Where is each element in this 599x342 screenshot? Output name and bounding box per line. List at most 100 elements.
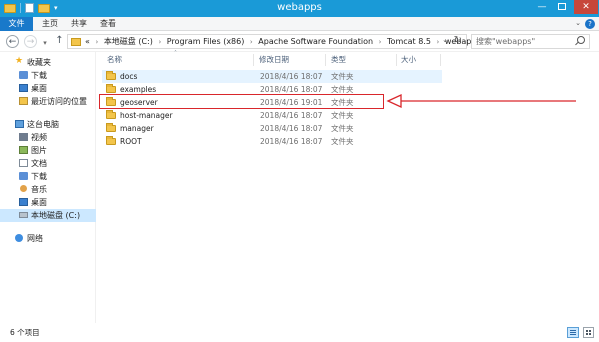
nav-label: 下载 [31,172,47,181]
folder-icon [71,38,81,46]
file-row[interactable]: manager 2018/4/16 18:07 文件夹 [102,122,442,135]
folder-icon [106,136,116,145]
chevron-right-icon[interactable]: › [158,38,161,46]
nav-label: 下载 [31,71,47,80]
breadcrumb-overflow[interactable]: « [85,37,90,46]
nav-label: 这台电脑 [27,120,59,129]
nav-pictures[interactable]: 图片 [0,144,96,157]
chevron-down-icon[interactable]: ⌄ [442,36,448,44]
star-icon: ★ [15,56,24,66]
chevron-right-icon[interactable]: › [437,38,440,46]
tab-file[interactable]: 文件 [0,17,33,31]
close-button[interactable]: ✕ [574,0,598,14]
computer-icon [15,120,24,128]
window-title: webapps [277,2,322,13]
nav-desktop-pc[interactable]: 桌面 [0,196,96,209]
nav-videos[interactable]: 视频 [0,131,96,144]
column-date[interactable]: 修改日期 [259,52,324,66]
downloads-icon [19,71,28,79]
forward-button[interactable]: → [24,35,37,48]
file-type: 文件夹 [331,124,354,133]
file-name: manager [120,124,154,133]
nav-label: 本地磁盘 (C:) [31,211,81,220]
nav-local-disk[interactable]: 本地磁盘 (C:) [0,209,96,222]
chevron-right-icon[interactable]: › [95,38,98,46]
breadcrumb-item[interactable]: Program Files (x86) [167,37,245,46]
nav-label: 桌面 [31,84,47,93]
maximize-icon [558,3,566,10]
folder-icon [106,84,116,93]
help-icon[interactable]: ? [585,19,595,29]
expand-ribbon-icon[interactable]: ⌄ [575,19,581,27]
large-icons-view-icon[interactable] [583,327,594,338]
nav-label: 最近访问的位置 [31,97,87,106]
nav-label: 视频 [31,133,47,142]
details-view-icon[interactable] [567,327,579,338]
minimize-button[interactable]: — [533,0,551,14]
search-icon[interactable] [577,36,585,44]
column-name[interactable]: 名称 [107,52,247,66]
tab-home[interactable]: 主页 [38,17,62,31]
pictures-icon [19,146,28,154]
column-size[interactable]: 大小 [401,52,441,66]
nav-label: 文档 [31,159,47,168]
file-type: 文件夹 [331,111,354,120]
folder-icon [106,71,116,80]
file-date: 2018/4/16 18:07 [260,137,323,146]
tab-share[interactable]: 共享 [67,17,91,31]
recent-locations-icon[interactable]: ▾ [41,37,49,50]
nav-desktop[interactable]: 桌面 [0,82,96,95]
music-icon [20,185,27,192]
tab-view[interactable]: 查看 [96,17,120,31]
column-header: ˄ 名称 修改日期 类型 大小 [97,50,599,66]
nav-label: 桌面 [31,198,47,207]
column-divider[interactable] [325,54,326,66]
documents-icon [19,159,28,167]
videos-icon [19,133,28,141]
column-type[interactable]: 类型 [331,52,396,66]
column-divider[interactable] [396,54,397,66]
downloads-icon [19,172,28,180]
search-input[interactable] [472,35,572,48]
refresh-icon[interactable]: ↻ [454,35,462,46]
address-bar[interactable]: « › 本地磁盘 (C:) › Program Files (x86) › Ap… [67,34,481,49]
folder-icon [106,110,116,119]
nav-label: 音乐 [31,185,47,194]
title-bar: ▾ webapps — ✕ [0,0,599,17]
file-type: 文件夹 [331,72,354,81]
column-divider[interactable] [253,54,254,66]
nav-documents[interactable]: 文档 [0,157,96,170]
nav-recent-places[interactable]: 最近访问的位置 [0,95,96,108]
file-date: 2018/4/16 18:07 [260,72,323,81]
nav-favorites[interactable]: ★ 收藏夹 [0,56,96,69]
nav-network[interactable]: 网络 [0,232,96,245]
search-box[interactable] [471,34,590,49]
file-type: 文件夹 [331,137,354,146]
breadcrumb-item[interactable]: 本地磁盘 (C:) [104,37,153,46]
drive-icon [19,212,28,218]
breadcrumb-item[interactable]: Apache Software Foundation [258,37,373,46]
maximize-button[interactable] [553,0,571,14]
nav-label: 图片 [31,146,47,155]
annotation-arrow-icon [386,93,576,109]
file-row[interactable]: ROOT 2018/4/16 18:07 文件夹 [102,135,442,148]
breadcrumb: « › 本地磁盘 (C:) › Program Files (x86) › Ap… [85,36,481,48]
chevron-right-icon[interactable]: › [379,38,382,46]
file-row[interactable]: docs 2018/4/16 18:07 文件夹 [102,70,442,83]
file-date: 2018/4/16 18:07 [260,124,323,133]
file-row[interactable]: host-manager 2018/4/16 18:07 文件夹 [102,109,442,122]
breadcrumb-item[interactable]: Tomcat 8.5 [387,37,431,46]
nav-label: 收藏夹 [27,58,51,67]
nav-downloads[interactable]: 下载 [0,69,96,82]
up-button[interactable]: ↑ [53,35,66,48]
chevron-right-icon[interactable]: › [250,38,253,46]
address-row: ← → ▾ ↑ « › 本地磁盘 (C:) › Program Files (x… [0,31,599,52]
column-divider[interactable] [440,54,441,66]
back-button[interactable]: ← [6,35,19,48]
ribbon-tabs: 文件 主页 共享 查看 ⌄ ? [0,17,599,31]
nav-music[interactable]: 音乐 [0,183,96,196]
nav-downloads-pc[interactable]: 下载 [0,170,96,183]
nav-this-pc[interactable]: 这台电脑 [0,118,96,131]
file-name: docs [120,72,138,81]
item-count: 6 个项目 [10,328,40,337]
